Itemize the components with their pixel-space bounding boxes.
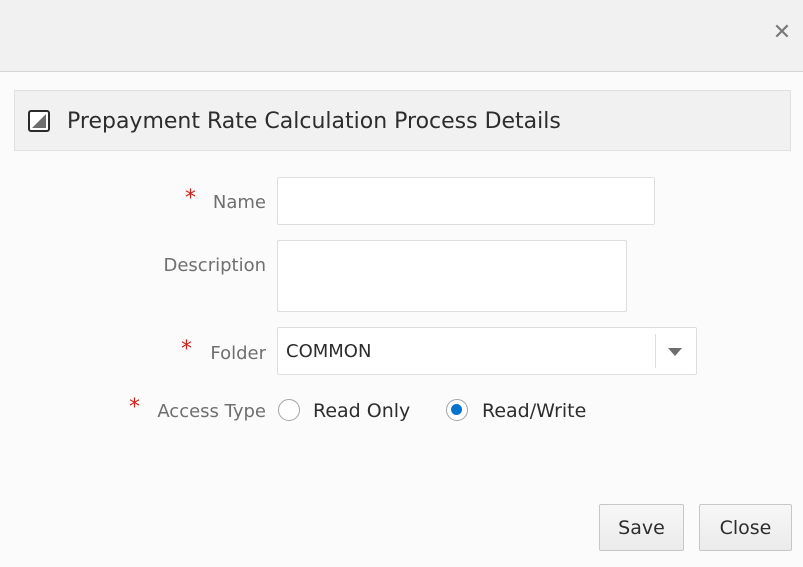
close-button[interactable]: Close <box>699 504 792 551</box>
save-button[interactable]: Save <box>599 504 684 551</box>
read-only-radio[interactable] <box>278 399 300 421</box>
dialog-titlebar: ✕ <box>0 0 803 72</box>
required-marker: * <box>181 337 192 362</box>
description-input[interactable] <box>277 240 627 312</box>
read-write-radio[interactable] <box>446 399 468 421</box>
section-title: Prepayment Rate Calculation Process Deta… <box>67 109 561 134</box>
close-icon[interactable]: ✕ <box>771 19 793 47</box>
required-marker: * <box>185 186 196 211</box>
read-only-label[interactable]: Read Only <box>313 399 410 423</box>
select-divider <box>655 334 656 368</box>
folder-select[interactable]: COMMON <box>277 327 697 375</box>
required-marker: * <box>129 395 140 420</box>
name-input[interactable] <box>277 177 655 225</box>
folder-value: COMMON <box>286 341 372 362</box>
folder-label: Folder <box>210 343 266 364</box>
chevron-down-icon[interactable] <box>668 348 682 356</box>
collapse-icon[interactable] <box>28 110 50 132</box>
access-type-label: Access Type <box>157 401 266 422</box>
description-label: Description <box>163 255 266 276</box>
read-write-label[interactable]: Read/Write <box>482 399 586 423</box>
section-header: Prepayment Rate Calculation Process Deta… <box>14 90 791 151</box>
name-label: Name <box>212 192 266 213</box>
